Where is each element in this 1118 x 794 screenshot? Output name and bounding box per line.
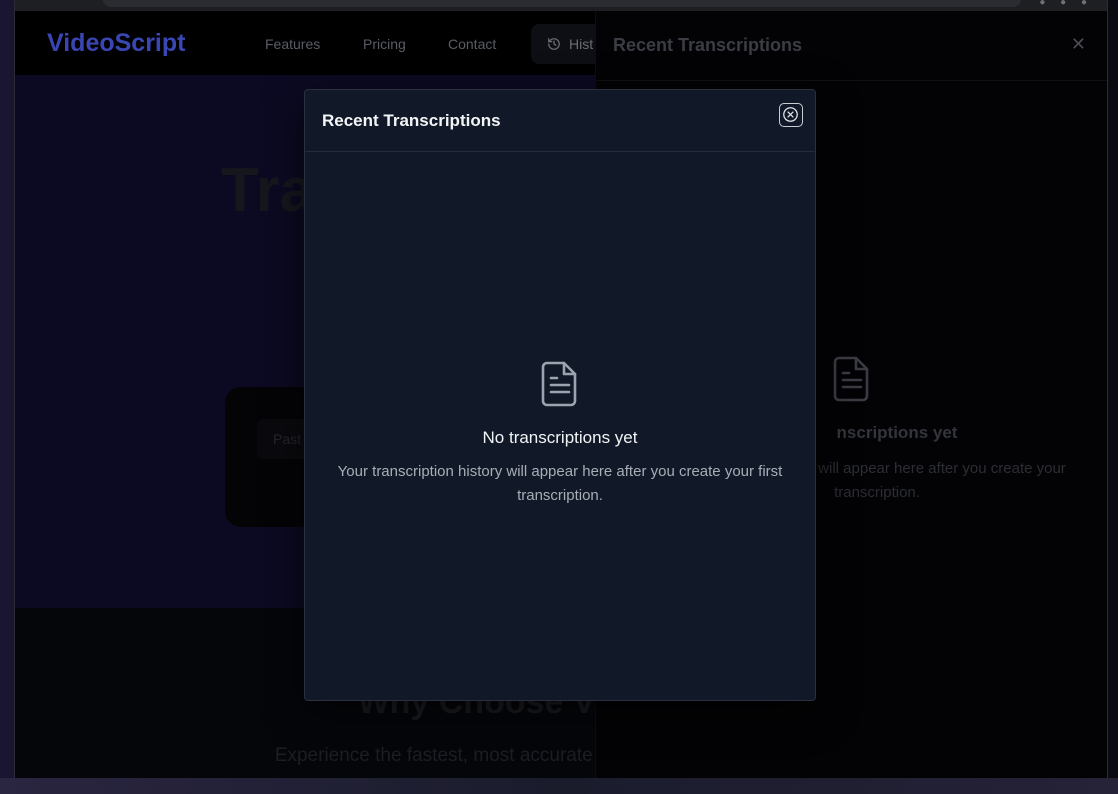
empty-state-title: No transcriptions yet xyxy=(482,428,638,447)
nav-pricing[interactable]: Pricing xyxy=(363,36,406,52)
modal-title: Recent Transcriptions xyxy=(322,111,501,130)
close-icon xyxy=(783,107,798,122)
drawer-close-button[interactable]: ✕ xyxy=(1071,35,1086,53)
nav-features[interactable]: Features xyxy=(265,36,320,52)
document-icon xyxy=(541,361,579,412)
history-button-label: Hist xyxy=(569,36,594,52)
browser-toolbar-icons[interactable]: ● ● ● xyxy=(1039,0,1093,8)
drawer-header: Recent Transcriptions ✕ xyxy=(596,11,1107,81)
desktop-edge xyxy=(0,778,1118,794)
address-bar[interactable] xyxy=(103,0,1021,7)
drawer-document-icon xyxy=(833,356,871,407)
modal-header: Recent Transcriptions xyxy=(305,90,815,152)
brand-logo[interactable]: VideoScript xyxy=(47,29,185,58)
drawer-title: Recent Transcriptions xyxy=(613,35,803,55)
hero-title: Tra xyxy=(221,156,315,225)
screen: ● ● ● VideoScript Features Pricing Conta… xyxy=(0,0,1118,794)
history-icon xyxy=(548,38,560,50)
modal-close-button[interactable] xyxy=(779,103,803,127)
nav-contact[interactable]: Contact xyxy=(448,36,496,52)
recent-transcriptions-modal: Recent Transcriptions No transcriptions … xyxy=(304,89,816,701)
empty-state-description: Your transcription history will appear h… xyxy=(337,463,783,504)
